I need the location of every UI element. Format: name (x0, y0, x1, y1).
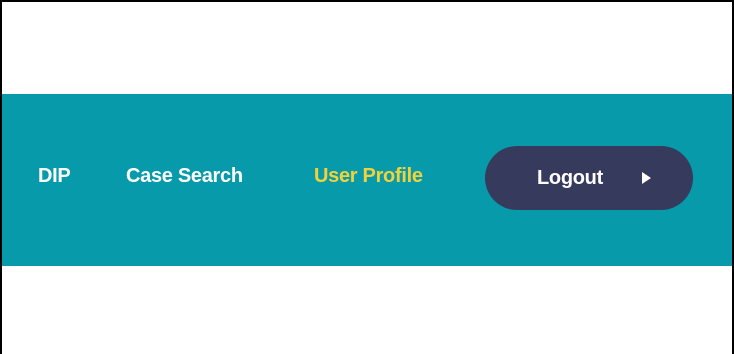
logout-button[interactable]: Logout (485, 146, 693, 210)
nav-link-user-profile[interactable]: User Profile (314, 164, 423, 188)
nav-link-case-search[interactable]: Case Search (126, 164, 243, 188)
logout-button-label: Logout (537, 167, 603, 189)
app-window: DIP Case Search User Profile Logout (0, 0, 734, 354)
nav-link-dip[interactable]: DIP (38, 164, 71, 188)
play-arrow-icon (642, 172, 651, 184)
